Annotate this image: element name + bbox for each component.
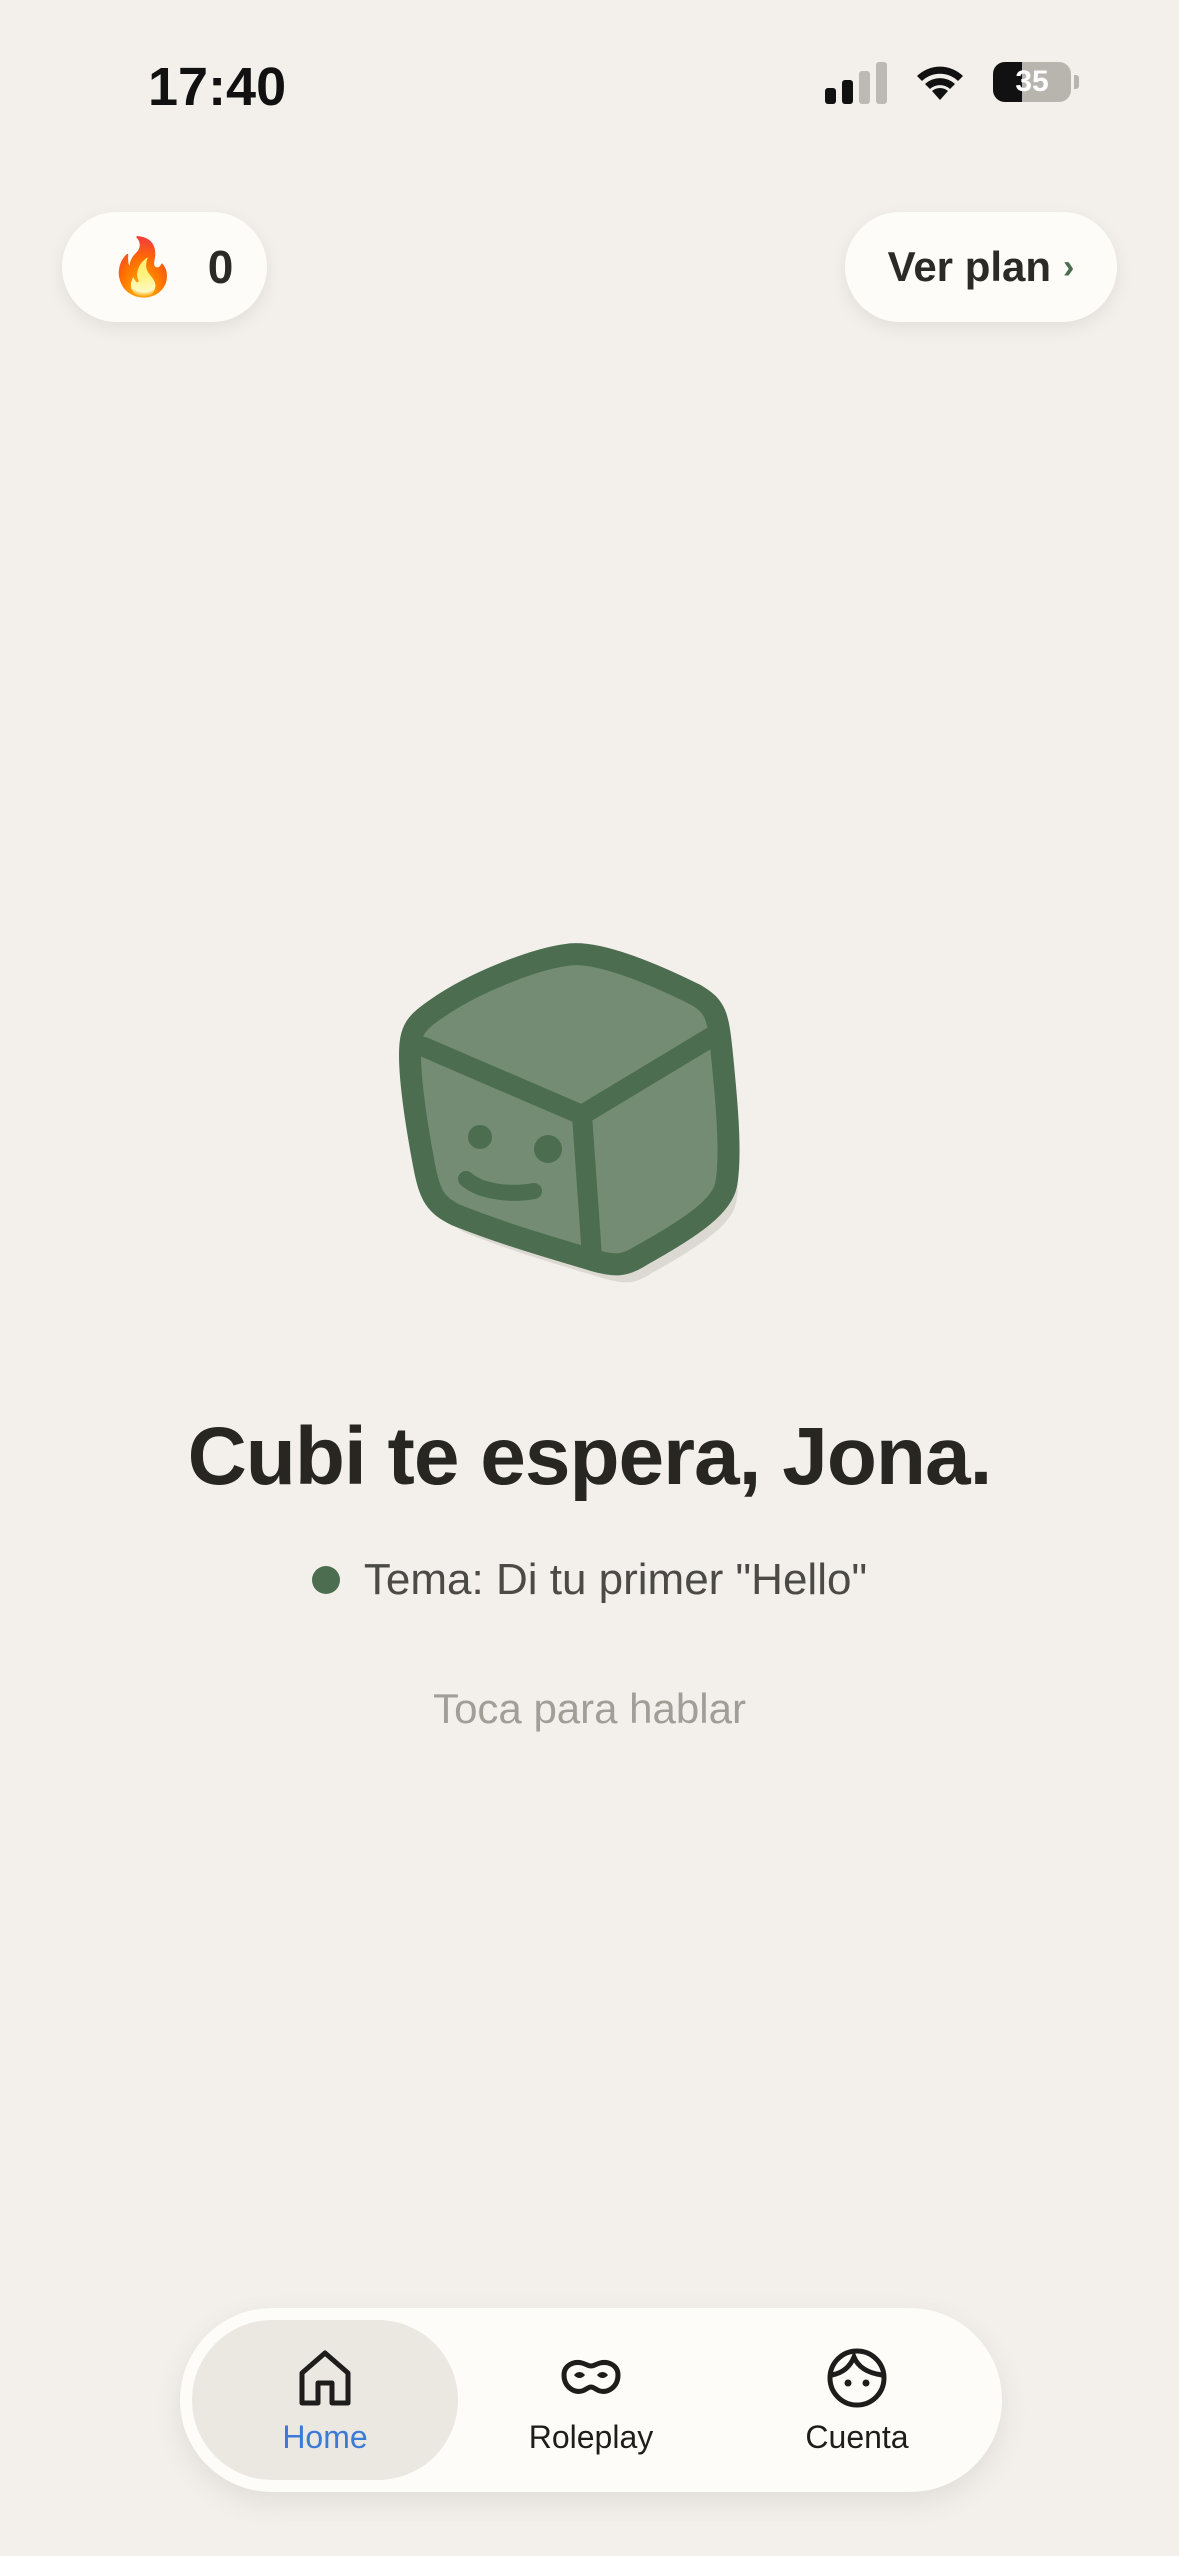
view-plan-label: Ver plan bbox=[887, 243, 1052, 290]
wifi-icon bbox=[917, 66, 963, 100]
topic-label: Tema: Di tu primer "Hello" bbox=[363, 1555, 868, 1604]
chevron-right-icon: › bbox=[1063, 247, 1075, 286]
cellular-signal-icon bbox=[825, 60, 887, 104]
tab-home-label: Home bbox=[282, 2418, 368, 2455]
cube-mascot-icon[interactable] bbox=[396, 935, 796, 1345]
topic-row: Tema: Di tu primer "Hello" bbox=[0, 1555, 1179, 1605]
bottom-tab-bar: Home Roleplay Cuenta bbox=[180, 2308, 1002, 2492]
battery-level: 35 bbox=[1015, 65, 1049, 98]
mask-icon bbox=[561, 2359, 621, 2394]
streak-count: 0 bbox=[207, 241, 234, 293]
streak-counter[interactable]: 🔥 0 bbox=[62, 212, 267, 322]
view-plan-button[interactable]: Ver plan › bbox=[845, 212, 1117, 322]
status-time: 17:40 bbox=[148, 57, 287, 117]
tab-account-label: Cuenta bbox=[805, 2418, 909, 2455]
home-screen: 17:40 35 🔥 0 Ver plan › Cubi te espera, … bbox=[0, 0, 1179, 2556]
page-title: Cubi te espera, Jona. bbox=[187, 1411, 993, 1502]
tab-account[interactable]: Cuenta bbox=[724, 2320, 990, 2480]
face-icon bbox=[827, 2348, 887, 2407]
tab-roleplay-label: Roleplay bbox=[528, 2418, 654, 2455]
tap-to-speak-hint[interactable]: Toca para hablar bbox=[0, 1685, 1179, 1733]
tab-home[interactable]: Home bbox=[192, 2320, 458, 2480]
topic-status-dot bbox=[311, 1566, 340, 1594]
status-icons: 35 bbox=[825, 60, 1079, 104]
fire-icon: 🔥 bbox=[108, 235, 178, 298]
tab-roleplay[interactable]: Roleplay bbox=[458, 2320, 724, 2480]
battery-icon: 35 bbox=[993, 62, 1071, 102]
home-icon bbox=[299, 2350, 351, 2405]
